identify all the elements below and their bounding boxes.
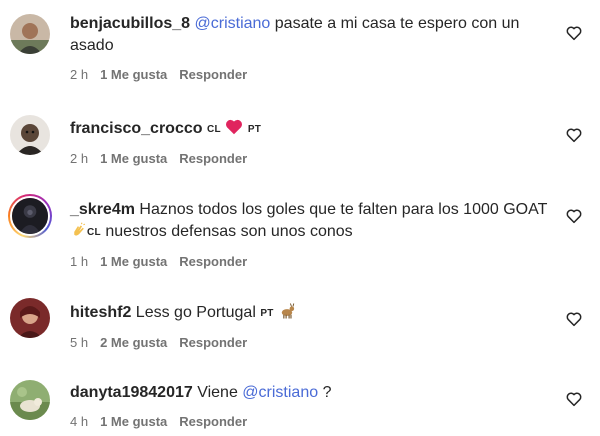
comment-text: _skre4m Haznos todos los goles que te fa… — [70, 199, 550, 244]
avatar-image — [10, 14, 50, 54]
avatar[interactable] — [10, 115, 50, 155]
comment-time[interactable]: 2 h — [70, 151, 88, 167]
comment-time[interactable]: 5 h — [70, 335, 88, 351]
avatar[interactable] — [10, 14, 50, 54]
likes-count[interactable]: 1 Me gusta — [100, 254, 167, 270]
comment-username[interactable]: hiteshf2 — [70, 304, 131, 321]
reply-button[interactable]: Responder — [179, 67, 247, 83]
comment-time[interactable]: 4 h — [70, 414, 88, 430]
flag-label: CL — [206, 124, 221, 135]
heart-outline-icon[interactable] — [565, 207, 583, 225]
comment-username[interactable]: _skre4m — [70, 201, 135, 218]
comment-text: hiteshf2 Less go Portugal PT — [70, 302, 550, 325]
likes-count[interactable]: 2 Me gusta — [100, 335, 167, 351]
mention-link[interactable]: @cristiano — [195, 15, 271, 32]
goat-emoji — [281, 303, 295, 319]
comment-body: Viene — [197, 384, 243, 401]
comment-meta: 2 h 1 Me gusta Responder — [70, 67, 550, 83]
avatar-image — [10, 298, 50, 338]
comment-meta: 1 h 1 Me gusta Responder — [70, 254, 550, 270]
reply-button[interactable]: Responder — [179, 335, 247, 351]
reply-button[interactable]: Responder — [179, 151, 247, 167]
comment-time[interactable]: 1 h — [70, 254, 88, 270]
mention-link[interactable]: @cristiano — [242, 384, 318, 401]
likes-count[interactable]: 1 Me gusta — [100, 67, 167, 83]
heart-outline-icon[interactable] — [565, 24, 583, 42]
comment-body: Less go Portugal — [135, 304, 261, 321]
flag-label: CL — [87, 227, 101, 238]
comment-username[interactable]: francisco_crocco — [70, 120, 203, 137]
comment-body: Haznos todos los goles que te falten par… — [139, 201, 548, 218]
reply-button[interactable]: Responder — [179, 254, 247, 270]
red-heart-emoji — [226, 119, 243, 135]
flag-label: PT — [260, 308, 274, 319]
comment-text: danyta19842017 Viene @cristiano ? — [70, 382, 550, 404]
comment-meta: 4 h 1 Me gusta Responder — [70, 414, 550, 430]
flag-label: PT — [247, 124, 262, 135]
comment-meta: 5 h 2 Me gusta Responder — [70, 335, 550, 351]
heart-outline-icon[interactable] — [565, 390, 583, 408]
reply-button[interactable]: Responder — [179, 414, 247, 430]
comment-username[interactable]: benjacubillos_8 — [70, 15, 190, 32]
comment-text: benjacubillos_8 @cristiano pasate a mi c… — [70, 13, 550, 57]
comment-body: nuestros defensas son unos conos — [100, 223, 353, 240]
avatar-image — [12, 198, 48, 234]
avatar[interactable] — [8, 194, 52, 238]
likes-count[interactable]: 1 Me gusta — [100, 414, 167, 430]
comment-text: francisco_crocco CL PT — [70, 118, 550, 141]
avatar-image — [10, 380, 50, 420]
avatar[interactable] — [10, 298, 50, 338]
comment-username[interactable]: danyta19842017 — [70, 384, 193, 401]
comment-time[interactable]: 2 h — [70, 67, 88, 83]
avatar[interactable] — [10, 380, 50, 420]
likes-count[interactable]: 1 Me gusta — [100, 151, 167, 167]
comment-body: ? — [318, 384, 332, 401]
heart-outline-icon[interactable] — [565, 310, 583, 328]
comments-list: benjacubillos_8 @cristiano pasate a mi c… — [0, 0, 600, 436]
avatar-image — [10, 115, 50, 155]
heart-outline-icon[interactable] — [565, 126, 583, 144]
comment-meta: 2 h 1 Me gusta Responder — [70, 151, 550, 167]
clapping-hands-emoji — [74, 222, 86, 236]
